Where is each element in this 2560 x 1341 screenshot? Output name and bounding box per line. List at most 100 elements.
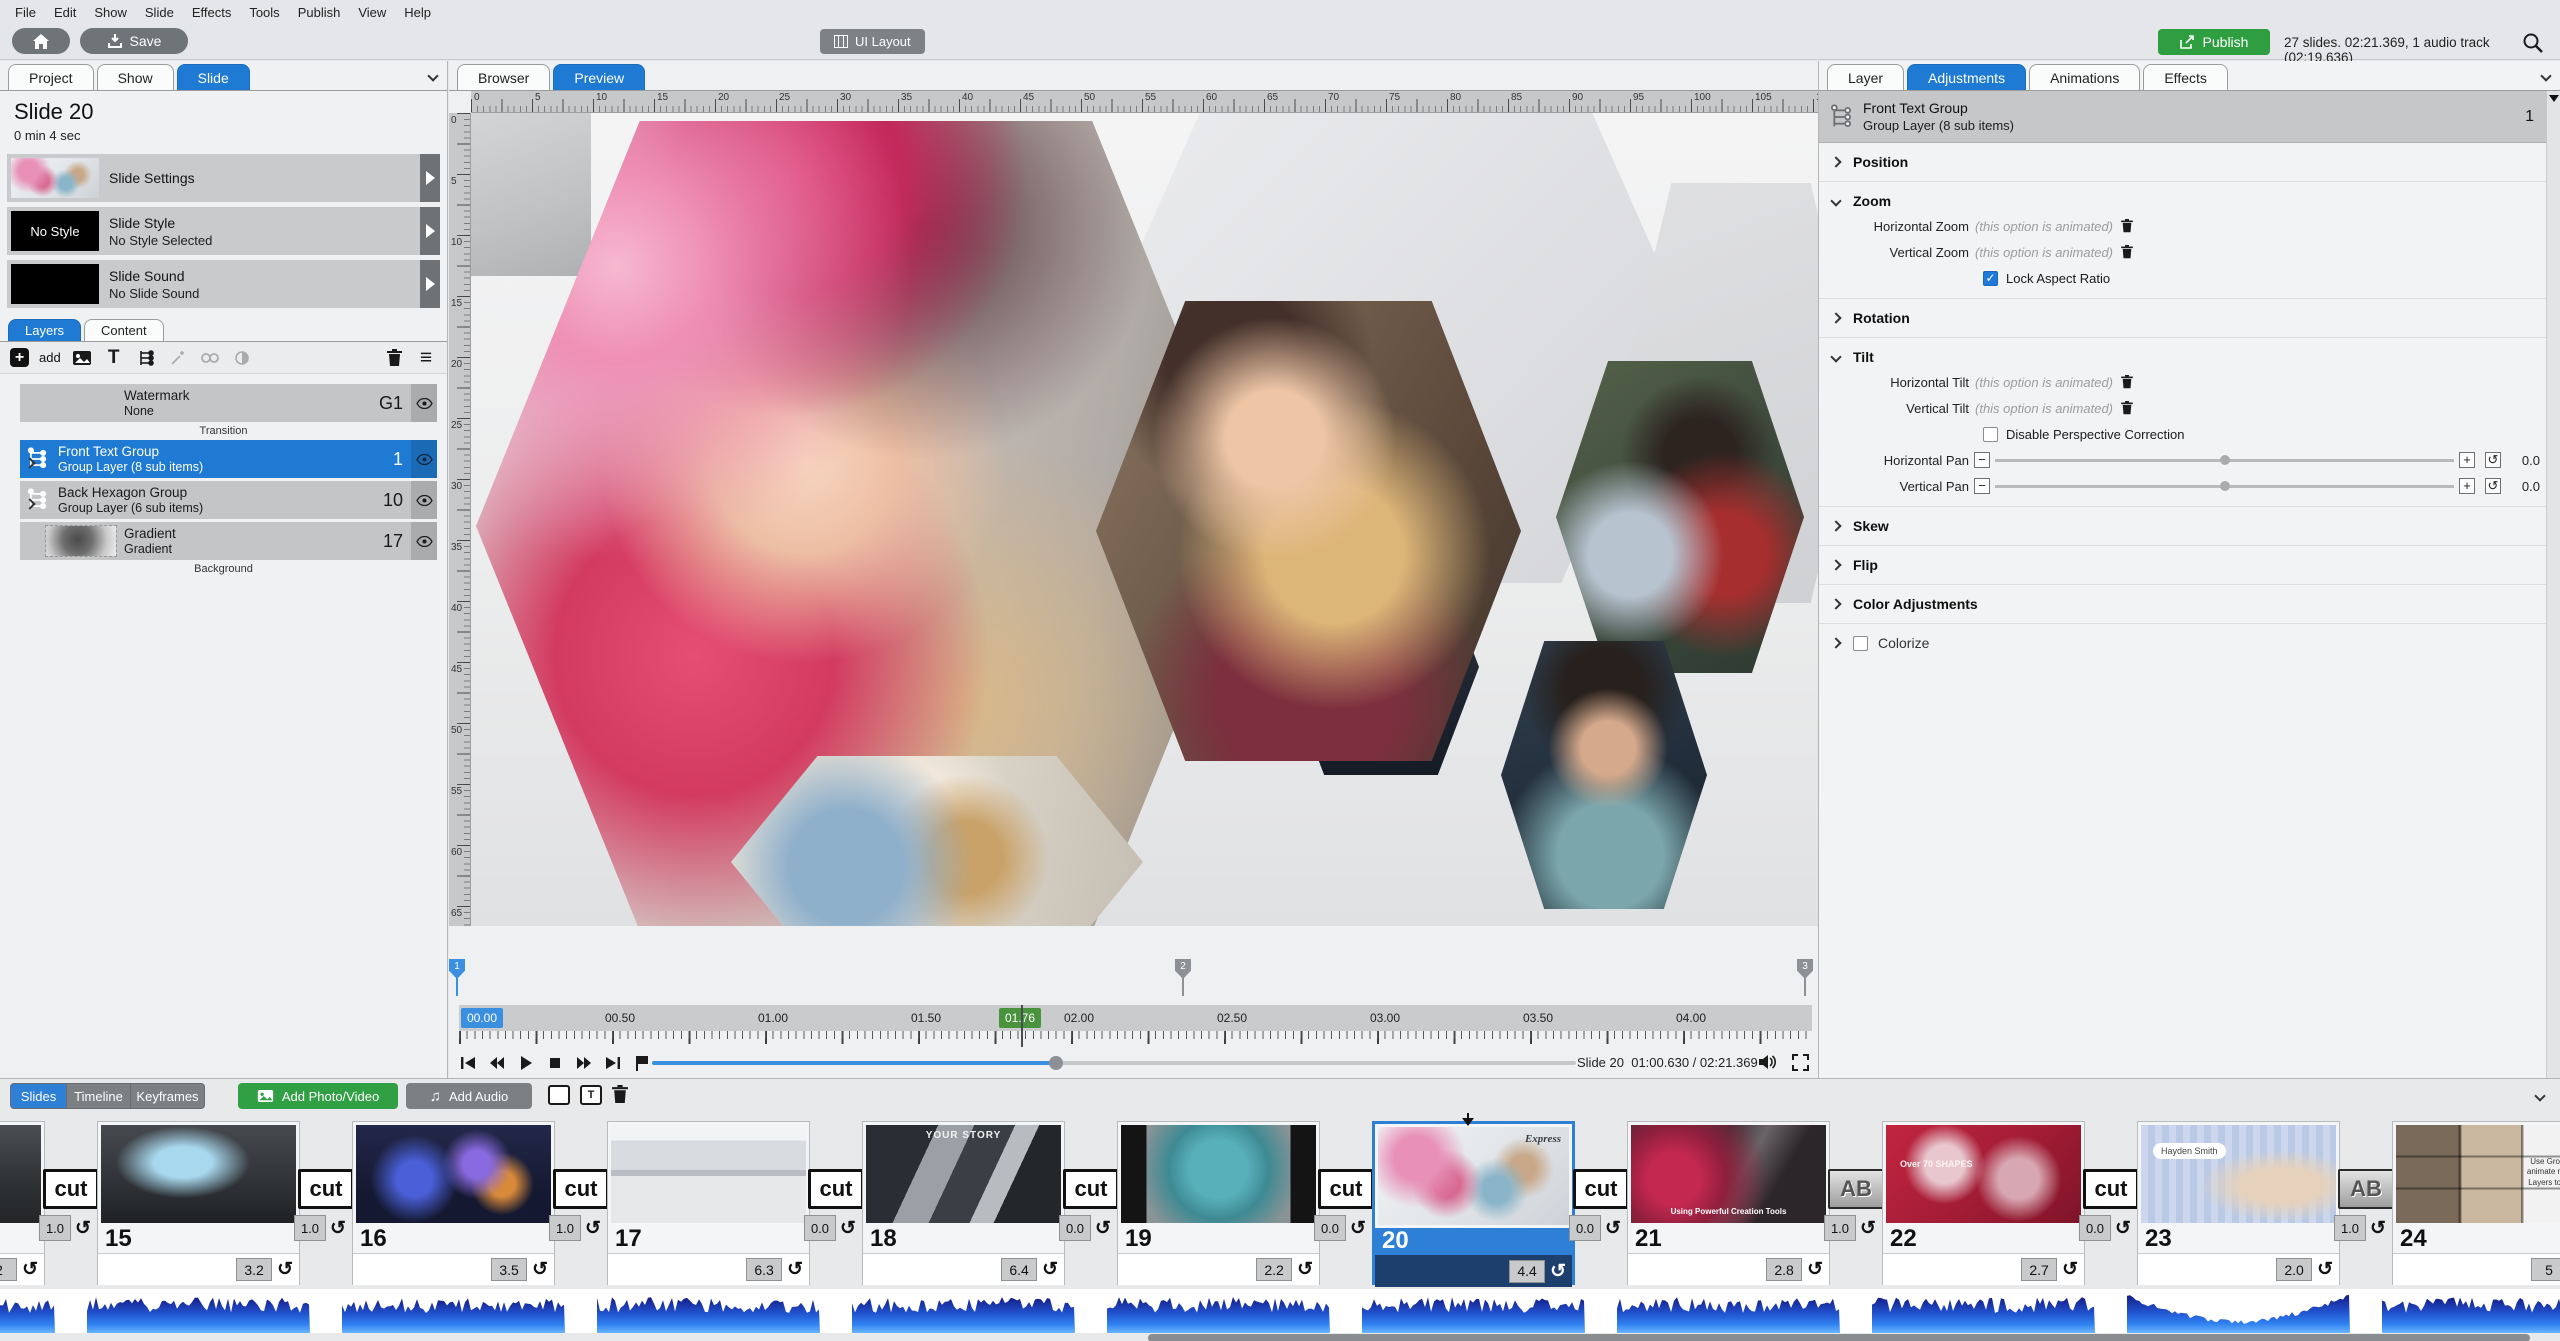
preview-canvas[interactable] [471, 113, 1818, 926]
menu-slide[interactable]: Slide [136, 2, 183, 23]
transition-type-button[interactable]: cut [1318, 1169, 1374, 1209]
timeline-start-badge[interactable]: 00.00 [461, 1008, 503, 1028]
slide-duration-value[interactable]: 6.3 [746, 1258, 782, 1281]
tab-animations[interactable]: Animations [2029, 64, 2140, 90]
tab-slides[interactable]: Slides [10, 1083, 67, 1109]
slide-card-16[interactable]: 163.5↺ [352, 1121, 555, 1285]
duration-reset-icon[interactable]: ↺ [1350, 1219, 1366, 1238]
transition-type-button[interactable]: AB [1828, 1169, 1884, 1209]
save-button[interactable]: Save [80, 28, 188, 54]
tab-preview[interactable]: Preview [553, 64, 645, 90]
rewind-button[interactable] [487, 1054, 507, 1072]
duration-reset-icon[interactable]: ↺ [1297, 1260, 1313, 1279]
slide-settings-card[interactable]: Slide Settings [7, 154, 440, 202]
open-slide-sound-button[interactable] [420, 260, 440, 308]
duration-reset-icon[interactable]: ↺ [1807, 1260, 1823, 1279]
duration-reset-icon[interactable]: ↺ [75, 1219, 91, 1238]
slide-sound-card[interactable]: Slide Sound No Slide Sound [7, 260, 440, 308]
tab-browser[interactable]: Browser [457, 64, 550, 90]
chevron-down-icon[interactable] [2536, 1087, 2544, 1105]
transition-cut[interactable]: cut0.0↺ [810, 1113, 862, 1289]
scroll-arrow-icon[interactable] [2549, 95, 2559, 102]
tab-layers[interactable]: Layers [8, 319, 81, 341]
hexagon-photo-couple[interactable] [1556, 361, 1804, 673]
transition-duration-value[interactable]: 1.0 [549, 1215, 581, 1241]
increment-button[interactable]: + [2459, 452, 2475, 468]
add-photo-video-button[interactable]: Add Photo/Video [238, 1083, 398, 1109]
menu-publish[interactable]: Publish [289, 2, 350, 23]
slide-duration-value[interactable]: 2.0 [2276, 1258, 2312, 1281]
transition-type-button[interactable]: cut [1063, 1169, 1119, 1209]
slide-card-18[interactable]: YOUR STORY186.4↺ [862, 1121, 1065, 1285]
slide-card-15[interactable]: 153.2↺ [97, 1121, 300, 1285]
duration-reset-icon[interactable]: ↺ [585, 1219, 601, 1238]
lock-aspect-ratio-checkbox[interactable]: ✓ [1983, 271, 1998, 286]
ui-layout-button[interactable]: UI Layout [820, 29, 925, 54]
slide-duration-value[interactable]: 2 [0, 1258, 17, 1281]
slide-card-19[interactable]: 192.2↺ [1117, 1121, 1320, 1285]
tab-content[interactable]: Content [84, 319, 164, 341]
slide-style-card[interactable]: No Style Slide Style No Style Selected [7, 207, 440, 255]
section-colorize-header[interactable]: Colorize [1819, 631, 2560, 655]
reset-icon[interactable]: ↺ [2485, 478, 2501, 494]
increment-button[interactable]: + [2459, 478, 2475, 494]
home-button[interactable] [12, 28, 70, 54]
tab-layer[interactable]: Layer [1827, 64, 1904, 90]
delete-layer-icon[interactable] [383, 347, 405, 369]
slide-duration-value[interactable]: 2.2 [1256, 1258, 1292, 1281]
transition-type-button[interactable]: AB [2338, 1169, 2394, 1209]
decrement-button[interactable]: − [1974, 452, 1990, 468]
section-rotation-header[interactable]: Rotation [1819, 306, 2560, 330]
open-slide-style-button[interactable] [420, 207, 440, 255]
open-slide-settings-button[interactable] [420, 154, 440, 202]
transition-duration-value[interactable]: 1.0 [1824, 1215, 1856, 1241]
layer-visibility-toggle[interactable] [411, 384, 437, 422]
colorize-checkbox[interactable] [1853, 636, 1868, 651]
duration-reset-icon[interactable]: ↺ [1860, 1219, 1876, 1238]
tab-timeline[interactable]: Timeline [67, 1083, 131, 1109]
add-image-icon[interactable] [71, 347, 93, 369]
layer-visibility-toggle[interactable] [411, 522, 437, 560]
slide-duration-value[interactable]: 3.2 [236, 1258, 272, 1281]
add-blank-slide-icon[interactable] [548, 1085, 570, 1105]
transition-type-button[interactable]: cut [298, 1169, 354, 1209]
slider-thumb[interactable] [2220, 481, 2230, 491]
transition-cut[interactable]: cut0.0↺ [1065, 1113, 1117, 1289]
right-scrollbar[interactable] [2546, 91, 2560, 1078]
scrollbar-thumb[interactable] [1148, 1334, 2530, 1341]
menu-help[interactable]: Help [395, 2, 440, 23]
play-button[interactable] [516, 1054, 536, 1072]
transition-duration-value[interactable]: 0.0 [1059, 1215, 1091, 1241]
duration-reset-icon[interactable]: ↺ [2062, 1260, 2078, 1279]
duration-reset-icon[interactable]: ↺ [1095, 1219, 1111, 1238]
transition-duration-value[interactable]: 1.0 [294, 1215, 326, 1241]
duration-reset-icon[interactable]: ↺ [1550, 1262, 1566, 1281]
publish-button[interactable]: Publish [2158, 29, 2270, 55]
slide-card-22[interactable]: Over 70 SHAPES222.7↺ [1882, 1121, 2085, 1285]
transition-cut[interactable]: cut0.0↺ [1575, 1113, 1627, 1289]
section-flip-header[interactable]: Flip [1819, 553, 2560, 577]
duration-reset-icon[interactable]: ↺ [2317, 1260, 2333, 1279]
menu-effects[interactable]: Effects [183, 2, 241, 23]
stop-button[interactable] [545, 1054, 565, 1072]
transition-cut[interactable]: cut1.0↺ [300, 1113, 352, 1289]
slide-duration-value[interactable]: 2.8 [1766, 1258, 1802, 1281]
search-icon[interactable] [2522, 32, 2544, 54]
menu-tools[interactable]: Tools [240, 2, 288, 23]
transition-duration-value[interactable]: 1.0 [39, 1215, 71, 1241]
tab-effects[interactable]: Effects [2143, 64, 2228, 90]
layer-row-back-hexagon-group[interactable]: Back Hexagon Group Group Layer (6 sub it… [20, 481, 437, 519]
chevron-down-icon[interactable] [2542, 67, 2550, 85]
menu-edit[interactable]: Edit [45, 2, 85, 23]
duration-reset-icon[interactable]: ↺ [1605, 1219, 1621, 1238]
slide-card-24[interactable]: Use Groups to animate multiple Layers to… [2392, 1121, 2560, 1285]
seek-thumb[interactable] [1049, 1056, 1063, 1070]
transition-duration-value[interactable]: 0.0 [804, 1215, 836, 1241]
fullscreen-icon[interactable] [1790, 1053, 1810, 1071]
keyframe-marker-1[interactable]: 1 [449, 959, 465, 979]
vertical-pan-slider[interactable] [1995, 485, 2454, 488]
delete-animation-icon[interactable] [2121, 219, 2133, 233]
menu-file[interactable]: File [6, 2, 45, 23]
transition-type-button[interactable]: cut [808, 1169, 864, 1209]
layer-menu-icon[interactable]: ≡ [415, 347, 437, 369]
